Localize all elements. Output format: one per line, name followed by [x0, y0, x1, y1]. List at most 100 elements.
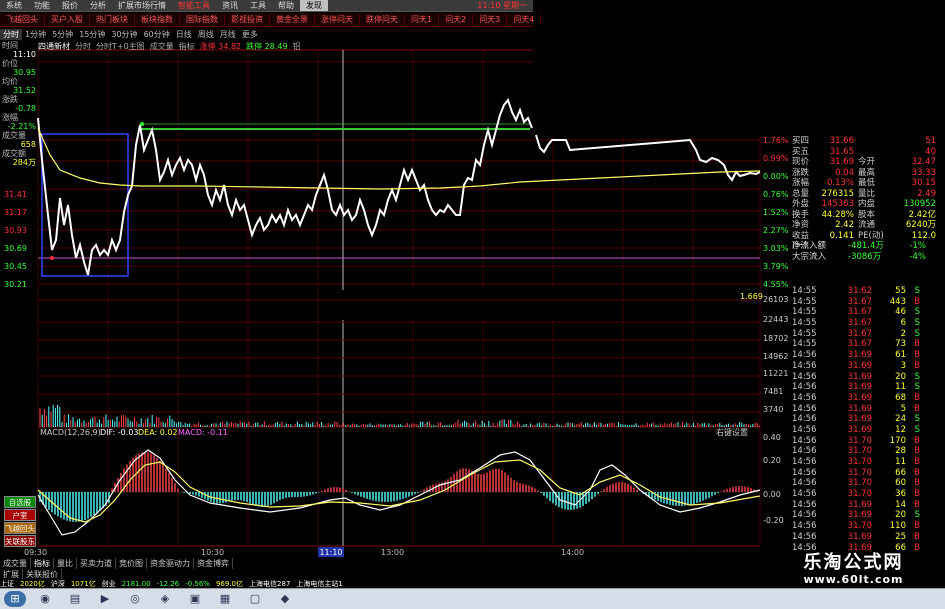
- nav-item[interactable]: 飞越回头: [0, 14, 45, 25]
- tick-row[interactable]: 14:56 31.69 20 S: [792, 510, 945, 521]
- tick-volume: 46: [895, 307, 906, 318]
- nav-item[interactable]: 涨停问天: [315, 14, 360, 25]
- tick-row[interactable]: 14:55 31.67 6 S: [792, 318, 945, 329]
- side-button[interactable]: 自选股: [4, 496, 36, 508]
- tick-row[interactable]: 14:56 31.70 11 B: [792, 457, 945, 468]
- tick-row[interactable]: 14:55 31.67 73 B: [792, 339, 945, 350]
- bottom-tab[interactable]: 资金博弈: [194, 558, 233, 569]
- period-tab[interactable]: 60分钟: [141, 29, 173, 40]
- side-button[interactable]: 飞越回头: [4, 522, 36, 534]
- tick-row[interactable]: 14:55 31.67 443 B: [792, 297, 945, 308]
- indicator-item[interactable]: 成交量: [150, 41, 179, 52]
- tick-side: S: [914, 328, 920, 339]
- tool-icon[interactable]: ◆: [274, 591, 296, 607]
- menu-item[interactable]: 帮助: [272, 0, 300, 11]
- tick-row[interactable]: 14:56 31.69 68 B: [792, 393, 945, 404]
- tick-row[interactable]: 14:56 31.69 61 B: [792, 350, 945, 361]
- folder-icon[interactable]: ▤: [64, 591, 86, 607]
- tick-row[interactable]: 14:56 31.69 11 S: [792, 382, 945, 393]
- menu-item[interactable]: 发现: [300, 0, 328, 11]
- quote-value: 2.42: [835, 220, 854, 230]
- nav-item[interactable]: 影视投资: [225, 14, 270, 25]
- menu-item[interactable]: 系统: [0, 0, 28, 11]
- media-icon[interactable]: ▶: [94, 591, 116, 607]
- menu-item[interactable]: 报价: [56, 0, 84, 11]
- tick-row[interactable]: 14:56 31.70 36 B: [792, 489, 945, 500]
- tick-volume: 11: [895, 382, 906, 393]
- bottom-tab-2[interactable]: 关联报价: [23, 569, 62, 579]
- tick-time: 14:55: [792, 286, 817, 296]
- app-icon[interactable]: ▣: [184, 591, 206, 607]
- tick-row[interactable]: 14:56 31.70 170 B: [792, 436, 945, 447]
- indicator-item[interactable]: 指标: [179, 41, 200, 52]
- period-tab[interactable]: 30分钟: [108, 29, 140, 40]
- chrome-icon[interactable]: ◎: [124, 591, 146, 607]
- nav-item[interactable]: 板块指数: [135, 14, 180, 25]
- tick-row[interactable]: 14:56 31.70 60 B: [792, 478, 945, 489]
- nav-item[interactable]: 问天3: [473, 14, 508, 25]
- tick-row[interactable]: 14:55 31.67 2 S: [792, 329, 945, 340]
- menu-item[interactable]: 功能: [28, 0, 56, 11]
- period-tab[interactable]: 5分钟: [49, 29, 76, 40]
- period-tab[interactable]: 更多: [239, 29, 261, 40]
- network-icon[interactable]: ◈: [154, 591, 176, 607]
- tick-volume: 55: [895, 286, 906, 296]
- tick-row[interactable]: 14:55 31.67 46 S: [792, 307, 945, 318]
- period-tab[interactable]: 月线: [217, 29, 239, 40]
- bottom-tab[interactable]: 量比: [54, 558, 77, 569]
- indicator-item[interactable]: 分时: [75, 41, 96, 52]
- indicator-item[interactable]: 跌停 28.49: [246, 41, 292, 52]
- tick-row[interactable]: 14:56 31.69 5 B: [792, 404, 945, 415]
- tick-row[interactable]: 14:56 31.70 66 B: [792, 468, 945, 479]
- menu-item[interactable]: 分析: [84, 0, 112, 11]
- start-icon[interactable]: ⊞: [4, 591, 26, 607]
- indicator-item[interactable]: 铝: [293, 41, 306, 52]
- tick-row[interactable]: 14:56 31.69 24 S: [792, 414, 945, 425]
- nav-item[interactable]: 问天1: [405, 14, 440, 25]
- tick-row[interactable]: 14:56 31.69 20 S: [792, 372, 945, 383]
- side-button[interactable]: 关联股东: [4, 535, 36, 547]
- tick-row[interactable]: 14:56 31.70 110 B: [792, 521, 945, 532]
- period-tab[interactable]: 周线: [195, 29, 217, 40]
- bottom-tab[interactable]: 成交量: [0, 558, 31, 569]
- side-buttons: 自选股 户室 飞越回头 关联股东: [4, 496, 36, 548]
- period-tab[interactable]: 分时: [0, 29, 22, 40]
- tick-row[interactable]: 14:56 31.69 25 B: [792, 532, 945, 543]
- period-tab[interactable]: 日线: [173, 29, 195, 40]
- nav-item[interactable]: 问天2: [439, 14, 474, 25]
- quote-value: 31.65: [829, 146, 854, 157]
- window-icon[interactable]: ▢: [244, 591, 266, 607]
- browser-icon[interactable]: ◉: [34, 591, 56, 607]
- bottom-tab[interactable]: 资金驱动力: [147, 558, 194, 569]
- nav-item[interactable]: 热门板块: [90, 14, 135, 25]
- indicator-item[interactable]: 涨停 34.82: [200, 41, 246, 52]
- nav-item[interactable]: 跌停问天: [360, 14, 405, 25]
- tick-price: 31.67: [847, 339, 872, 350]
- indicator-item[interactable]: 分时T+0主图: [96, 41, 150, 52]
- bottom-tab[interactable]: 指标: [31, 558, 54, 569]
- nav-item[interactable]: 问天4: [507, 14, 542, 25]
- menu-item[interactable]: 资讯: [216, 0, 244, 11]
- nav-item[interactable]: 国际指数: [180, 14, 225, 25]
- tick-row[interactable]: 14:56 31.69 12 S: [792, 425, 945, 436]
- menu-item[interactable]: 智能工具: [172, 0, 216, 11]
- tick-row[interactable]: 14:56 31.69 3 B: [792, 361, 945, 372]
- menu-item[interactable]: 工具: [244, 0, 272, 11]
- bottom-tab[interactable]: 买卖力道: [77, 558, 116, 569]
- tick-row[interactable]: 14:55 31.62 55 S: [792, 286, 945, 297]
- stock-app-icon[interactable]: ▦: [214, 591, 236, 607]
- menu-item[interactable]: 扩展市场行情: [112, 0, 172, 11]
- bottom-tab-2[interactable]: 扩展: [0, 569, 23, 579]
- period-tab[interactable]: 15分钟: [76, 29, 108, 40]
- quote-label: 涨跌: [792, 167, 810, 178]
- tick-volume: 3: [900, 360, 906, 371]
- period-tab[interactable]: 1分钟: [22, 29, 49, 40]
- tick-row[interactable]: 14:56 31.69 14 B: [792, 500, 945, 511]
- tick-row[interactable]: 14:56 31.70 28 B: [792, 446, 945, 457]
- nav-item[interactable]: 买户入股: [45, 14, 90, 25]
- tick-side: B: [914, 339, 920, 350]
- tick-list[interactable]: 14:55 31.62 55 S 14:55 31.67 443 B 14:55 31.67 46 S…: [792, 286, 945, 553]
- nav-item[interactable]: 黄金全景: [270, 14, 315, 25]
- side-button[interactable]: 户室: [4, 509, 36, 521]
- bottom-tab[interactable]: 竞价图: [116, 558, 147, 569]
